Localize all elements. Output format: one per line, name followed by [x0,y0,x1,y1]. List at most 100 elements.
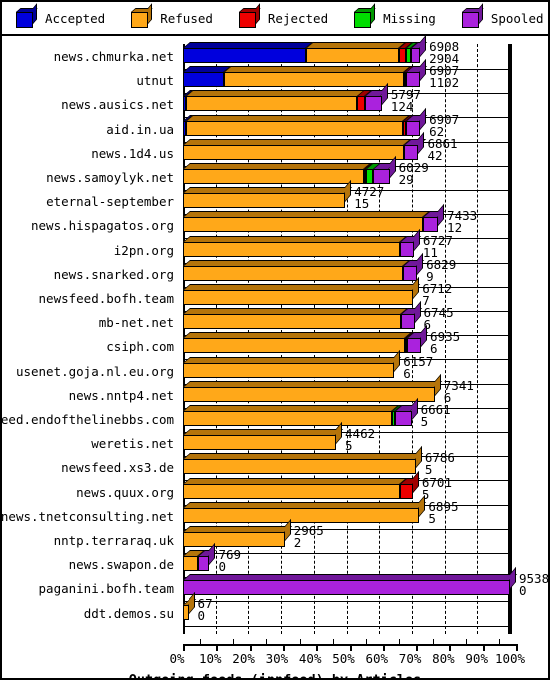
x-axis-minor-tick [332,639,334,645]
bar-newsfeed.xs3.de [183,446,423,475]
bar-segment-spooled [406,120,421,136]
bar-aid.in.ua [183,107,428,136]
legend-item-spooled: Spooled [461,3,544,28]
bar-segment-top [183,501,427,508]
legend-label: Spooled [490,10,544,26]
bar-news.tnetconsulting.net [183,494,427,523]
bar-segment-refused [183,532,285,547]
y-axis-label: news.quux.org [76,484,174,500]
y-axis-label: news.snarked.org [53,266,174,282]
x-axis-minor-tick [266,639,268,645]
x-axis-minor-tick [299,639,301,645]
x-axis-tick [416,644,419,651]
bar-value-labels: 7433 12 [447,210,477,235]
bar-segment-rejected [357,96,366,112]
x-axis-tick [482,644,485,651]
bar-csiph.com [183,325,429,354]
bar-segment-accepted [183,72,224,88]
grid-line [477,44,479,634]
bar-news.samoylyk.net [183,155,397,184]
y-axis-label: news.1d4.us [91,145,174,161]
bar-segment-spooled [183,580,510,596]
x-axis-tick [183,644,185,651]
bar-segment-refused [183,507,420,523]
bar-segment-spooled [403,265,418,281]
bar-segment-spooled [400,314,415,330]
bar-value-labels: 4462 5 [345,427,375,454]
bar-segment-top [183,332,412,339]
x-axis-minor-tick [499,639,501,645]
bar-value-secondary: 0 [218,559,227,575]
chart-title: Outgoing feeds (innfeed) by Articles [128,672,422,680]
y-axis-label: paganini.bofh.team [38,581,174,597]
bar-value-labels: 6701 5 [422,476,452,501]
x-axis-minor-tick [199,639,201,645]
cube-icon [461,3,484,28]
bar-value-secondary: 5 [345,438,353,454]
bar-segment-refused [183,144,404,160]
x-axis-tick [282,644,285,651]
legend-item-accepted: Accepted [16,3,106,28]
bar-nntp.terraraq.uk [183,518,292,547]
legend-item-rejected: Rejected [238,3,328,28]
bar-value-labels: 2965 2 [294,524,324,549]
bar-value-labels: 769 0 [218,548,241,575]
bar-value-secondary: 42 [427,147,443,163]
legend-item-missing: Missing [354,3,436,28]
x-axis-tick-label: 100% [494,651,526,666]
bar-value-secondary: 29 [398,172,414,187]
grid-line [510,44,512,634]
y-axis-label: aid.in.ua [106,121,174,137]
bar-segment-spooled [403,144,419,160]
bar-value-secondary: 15 [354,196,370,212]
bar-segment-top [185,90,365,97]
legend-label: Missing [383,10,436,26]
bar-usenet.goja.nl.eu.org [183,349,402,378]
bar-newsfeed.endofthelinebbs.com [183,397,419,426]
bar-paganini.bofh.team [183,567,518,596]
bar-segment-refused [183,386,435,402]
bar-news.chmurka.net [183,34,428,63]
bar-value-labels: 6907 62 [429,113,459,138]
chart-plot-area: 6908 2904 6907 1102 5797 124 6907 62 6861 42 6029 2… [0,34,548,680]
bar-segment-spooled [373,169,390,184]
bar-value-secondary: 0 [519,583,527,599]
bar-segment-refused [183,265,404,281]
bar-segment-top [183,211,431,218]
bar-segment-refused [183,338,405,354]
bar-value-labels: 6895 5 [428,500,458,525]
bar-value-labels: 6861 42 [427,137,457,163]
bar-segment-top [183,187,353,194]
bar-value-secondary: 1102 [429,75,460,91]
bar-segment-refused [185,120,404,136]
bar-segment-refused [223,72,404,88]
cube-icon [238,3,261,28]
bar-segment-refused [183,604,189,620]
bar-segment-refused [183,290,414,305]
bar-segment-spooled [423,217,439,233]
bar-ddt.demos.su [183,591,196,620]
bar-segment-refused [183,193,346,209]
bar-news.swapon.de [183,543,217,572]
bar-news.quux.org [183,470,421,499]
bar-segment-refused [183,217,424,233]
bar-news.ausics.net [183,83,389,112]
bar-segment-top [183,356,402,363]
y-axis-label: i2pn.org [113,242,174,258]
bar-segment-spooled [410,48,421,63]
bar-value-labels: 7341 6 [444,379,474,404]
bar-value-labels: 6745 6 [424,306,454,331]
legend-label: Accepted [45,10,106,26]
bar-value-labels: 6712 7 [422,282,452,307]
bar-segment-top [183,429,344,436]
y-axis-label: nntp.terraraq.uk [53,533,174,548]
bar-value-labels: 6029 29 [398,161,429,187]
bar-segment-top [183,163,371,169]
y-axis-label: newsfeed.endofthelinebbs.com [0,412,174,427]
y-axis-label: news.tnetconsulting.net [0,508,174,524]
y-axis-label: ddt.demos.su [83,605,174,621]
y-axis-label: news.ausics.net [61,97,174,113]
bar-segment-refused [183,241,401,257]
y-axis-label: eternal-september [46,194,174,210]
x-axis-minor-tick [366,639,368,645]
